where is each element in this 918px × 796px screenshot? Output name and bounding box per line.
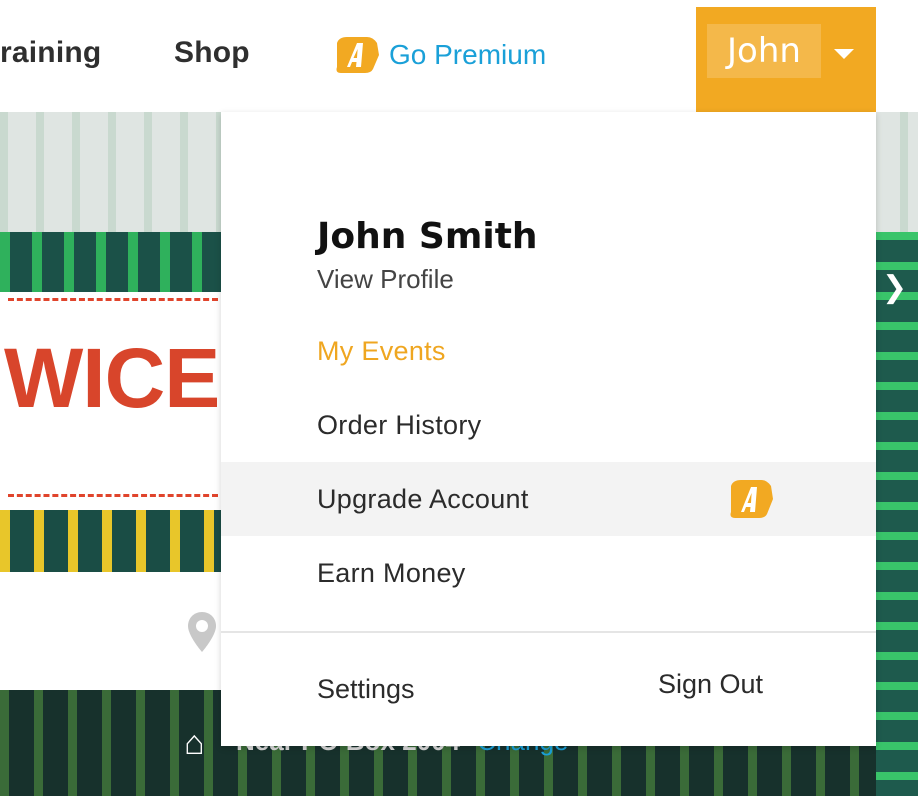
menu-item-label: My Events <box>317 335 446 366</box>
user-name-label: John <box>727 31 801 71</box>
go-premium-label: Go Premium <box>389 39 547 70</box>
profile-full-name: John Smith <box>317 216 538 257</box>
headline-band: WICE! <box>0 292 247 510</box>
user-name-box: John <box>707 24 821 78</box>
location-pin-icon <box>188 612 216 652</box>
menu-item-upgrade-account[interactable]: Upgrade Account <box>221 462 876 536</box>
menu-item-label: Order History <box>317 409 482 440</box>
home-icon: ⌂ <box>184 724 205 762</box>
pattern-strip-right <box>876 232 918 796</box>
menu-item-earn-money[interactable]: Earn Money <box>221 536 876 610</box>
go-premium-link[interactable]: Go Premium <box>333 35 546 75</box>
view-profile-link[interactable]: View Profile <box>317 264 454 295</box>
chevron-down-icon <box>834 49 854 59</box>
menu-divider <box>221 631 876 633</box>
settings-link[interactable]: Settings <box>317 674 415 705</box>
premium-a-icon <box>730 480 773 518</box>
chevron-pattern-icon: ❯ <box>882 271 908 304</box>
premium-a-icon <box>336 37 379 73</box>
sign-out-link[interactable]: Sign Out <box>658 669 763 700</box>
pattern-band-yellow <box>0 510 222 572</box>
menu-item-label: Upgrade Account <box>317 483 529 514</box>
menu-item-label: Earn Money <box>317 557 466 588</box>
top-nav: raining Shop Go Premium John <box>0 0 918 113</box>
dashed-line-bottom <box>8 494 218 497</box>
dashed-line-top <box>8 298 218 301</box>
banner-headline: WICE! <box>4 331 247 425</box>
nav-training-link[interactable]: raining <box>0 36 101 70</box>
user-menu-button[interactable]: John <box>696 7 876 113</box>
menu-item-my-events[interactable]: My Events <box>221 314 876 388</box>
user-dropdown-menu: John Smith View Profile My Events Order … <box>221 112 876 746</box>
menu-item-order-history[interactable]: Order History <box>221 388 876 462</box>
nav-shop-link[interactable]: Shop <box>174 36 250 70</box>
